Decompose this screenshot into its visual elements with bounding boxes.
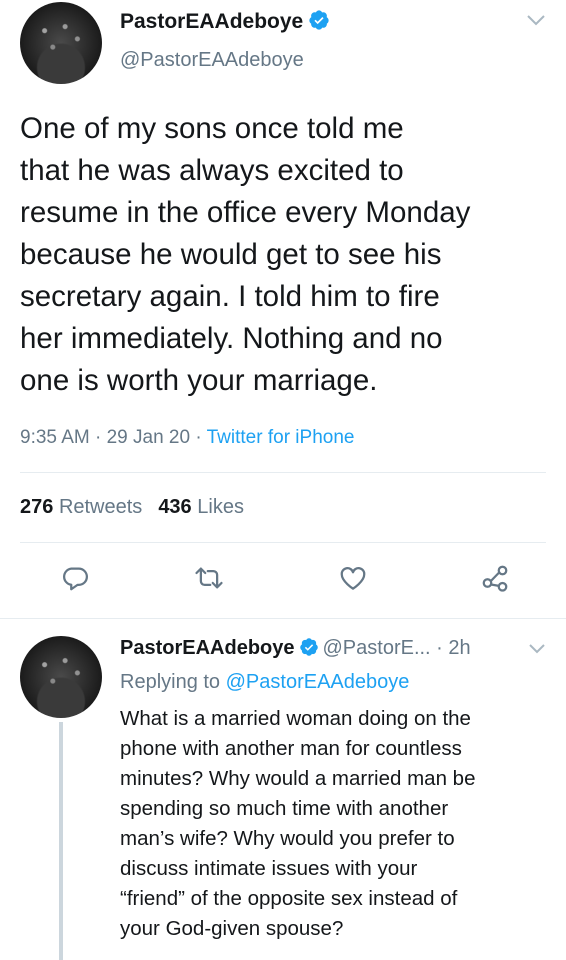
reply-text: What is a married woman doing on the pho… (120, 707, 476, 940)
divider (20, 472, 546, 473)
main-tweet: PastorEAAdeboye @PastorEAAdeboye One of … (0, 0, 566, 620)
reply-icon (63, 567, 88, 591)
reply-header: PastorEAAdeboye @PastorE... · 2h (120, 637, 471, 659)
tweet-source-link[interactable]: Twitter for iPhone (207, 427, 355, 448)
reply-timestamp[interactable]: 2h (448, 637, 470, 659)
reply-author-name[interactable]: PastorEAAdeboye (120, 637, 295, 659)
author-handle[interactable]: @PastorEAAdeboye (120, 48, 304, 72)
retweet-button[interactable] (194, 563, 224, 593)
tweet-detail-page: PastorEAAdeboye @PastorEAAdeboye One of … (0, 0, 566, 960)
retweets-count: 276 (20, 496, 54, 518)
retweets-label: Retweets (58, 496, 143, 518)
tweet-time: 9:35 AM (20, 427, 90, 448)
thread-line (59, 722, 63, 960)
avatar[interactable] (20, 2, 102, 84)
replying-to-label: Replying to (120, 671, 221, 693)
author-name-text[interactable]: PastorEAAdeboye (120, 10, 303, 33)
share-icon (482, 565, 508, 592)
likes-label: Likes (197, 496, 244, 518)
chevron-down-icon[interactable] (528, 642, 546, 655)
replying-to-mention[interactable]: @PastorEAAdeboye (226, 671, 410, 693)
divider (20, 542, 546, 543)
replying-to-line: Replying to @PastorEAAdeboye (120, 670, 409, 694)
tweet-text: One of my sons once told me that he was … (20, 112, 471, 397)
reply-avatar[interactable] (20, 636, 102, 718)
heart-icon (340, 567, 366, 590)
share-button[interactable] (480, 563, 510, 593)
section-divider (0, 618, 566, 619)
retweets-stat[interactable]: 276 Retweets (20, 496, 142, 518)
chevron-down-icon[interactable] (525, 12, 547, 28)
reply-button[interactable] (60, 563, 90, 593)
reply-author-handle[interactable]: @PastorE... (323, 637, 431, 659)
tweet-meta: 9:35 AM · 29 Jan 20 · Twitter for iPhone (20, 427, 355, 448)
verified-badge-icon (299, 637, 318, 656)
like-button[interactable] (338, 563, 368, 593)
author-display-name[interactable]: PastorEAAdeboye (120, 10, 330, 34)
tweet-stats: 276 Retweets 436 Likes (20, 494, 244, 520)
retweet-icon (195, 567, 223, 589)
verified-badge-icon (309, 10, 329, 31)
likes-count: 436 (158, 496, 192, 518)
tweet-date: 29 Jan 20 (106, 427, 191, 448)
likes-stat[interactable]: 436 Likes (158, 496, 244, 518)
